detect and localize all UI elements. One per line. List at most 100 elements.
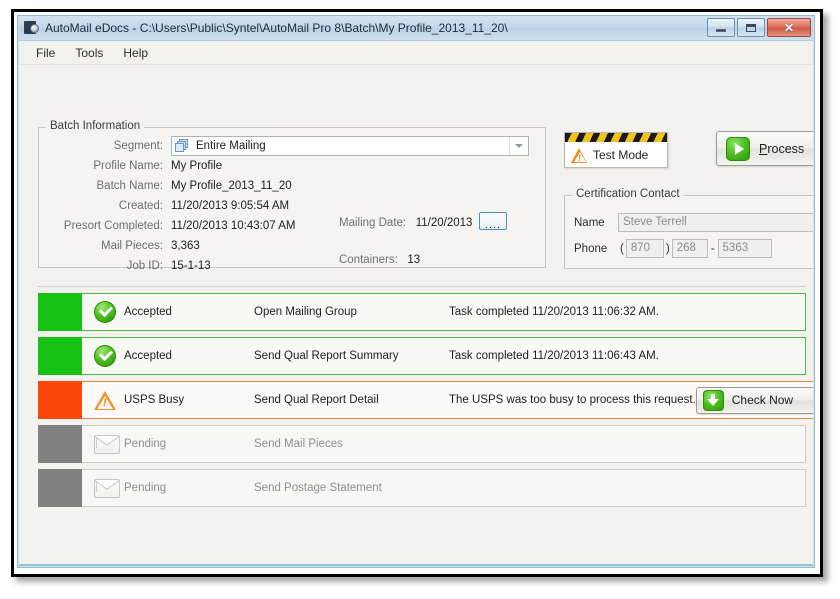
menu-item-help[interactable]: Help xyxy=(113,43,158,63)
task-status: USPS Busy xyxy=(124,394,185,406)
created-value: 11/20/2013 9:05:54 AM xyxy=(171,200,290,212)
application-window: AutoMail eDocs - C:\Users\Public\Syntel\… xyxy=(17,15,815,568)
automail-app-icon xyxy=(24,20,40,36)
phone-open-paren: ( xyxy=(620,242,624,255)
mail-pieces-value: 3,363 xyxy=(171,240,200,252)
task-status: Accepted xyxy=(124,306,172,318)
mailing-date-label: Mailing Date: xyxy=(339,217,407,229)
contact-name-label: Name xyxy=(574,216,605,229)
batch-information-title: Batch Information xyxy=(46,120,145,132)
task-status: Accepted xyxy=(124,350,172,362)
title-bar[interactable]: AutoMail eDocs - C:\Users\Public\Syntel\… xyxy=(18,16,814,41)
green-right-arrow-icon xyxy=(726,136,750,161)
contact-phone-label: Phone xyxy=(574,242,608,255)
phone-area-input[interactable]: 870 xyxy=(625,239,664,258)
maximize-icon xyxy=(746,23,756,32)
screenshot-root: AutoMail eDocs - C:\Users\Public\Syntel\… xyxy=(0,0,840,599)
process-button-label: Process xyxy=(759,142,804,156)
menu-item-file[interactable]: File xyxy=(26,43,65,63)
status-bar-accent xyxy=(38,381,82,419)
task-row[interactable]: ! USPS Busy Send Qual Report Detail The … xyxy=(38,381,814,419)
batch-name-label: Batch Name: xyxy=(96,180,163,192)
field-contact-phone: Phone ( 870 ) 268 - 5363 xyxy=(574,239,772,258)
close-icon: ✕ xyxy=(783,20,795,35)
process-label-rest: rocess xyxy=(767,141,805,156)
test-mode-label: Test Mode xyxy=(593,148,649,162)
containers-value: 13 xyxy=(407,254,421,266)
field-mail-pieces: Mail Pieces: 3,363 xyxy=(39,237,545,255)
task-list: Accepted Open Mailing Group Task complet… xyxy=(38,293,814,507)
window-controls: ✕ xyxy=(707,18,811,37)
process-button[interactable]: Process xyxy=(716,131,814,166)
batch-information-group: Batch Information Segment: Entire Mailin… xyxy=(38,120,546,272)
task-row[interactable]: Pending Send Postage Statement xyxy=(38,469,806,507)
minimize-button[interactable] xyxy=(707,18,735,37)
status-bar-accent xyxy=(38,425,82,463)
phone-line-input[interactable]: 5363 xyxy=(717,239,772,258)
presort-completed-label: Presort Completed: xyxy=(63,220,163,232)
minimize-icon xyxy=(716,28,726,32)
phone-dash: - xyxy=(710,242,715,255)
mailing-date-browse-button[interactable]: .... xyxy=(479,212,507,231)
profile-name-label: Profile Name: xyxy=(93,160,163,172)
phone-prefix-input[interactable]: 268 xyxy=(671,239,708,258)
envelope-icon xyxy=(94,478,124,498)
task-name: Send Mail Pieces xyxy=(254,438,343,450)
field-containers: Containers: 13 xyxy=(339,254,420,266)
warning-triangle-icon: ! xyxy=(571,147,588,163)
test-mode-indicator[interactable]: ! Test Mode xyxy=(564,132,668,168)
task-list-separator xyxy=(38,286,806,287)
batch-information-fields: Segment: Entire Mailing Profile Name: My… xyxy=(39,136,545,277)
menu-item-tools[interactable]: Tools xyxy=(65,43,113,63)
task-message: The USPS was too busy to process this re… xyxy=(449,394,696,406)
green-check-circle-icon xyxy=(94,345,124,367)
containers-label: Containers: xyxy=(339,254,398,266)
task-status: Pending xyxy=(124,482,167,494)
field-batch-name: Batch Name: My Profile_2013_11_20 xyxy=(39,177,545,195)
task-name: Send Qual Report Summary xyxy=(254,350,399,362)
menu-bar: File Tools Help xyxy=(18,41,814,65)
task-row[interactable]: Pending Send Mail Pieces xyxy=(38,425,806,463)
field-created: Created: 11/20/2013 9:05:54 AM xyxy=(39,197,545,215)
check-now-label: Check Now xyxy=(731,393,794,407)
task-row[interactable]: Accepted Open Mailing Group Task complet… xyxy=(38,293,806,331)
envelope-icon xyxy=(94,434,124,454)
field-job-id: Job ID: 15-1-13 xyxy=(39,257,545,275)
status-bar-accent xyxy=(38,293,82,331)
task-status: Pending xyxy=(124,438,167,450)
green-check-circle-icon xyxy=(94,301,124,323)
task-name: Send Qual Report Detail xyxy=(254,394,379,406)
maximize-button[interactable] xyxy=(737,18,765,37)
mailing-date-value: 11/20/2013 xyxy=(415,217,473,229)
job-id-value: 15-1-13 xyxy=(171,260,211,272)
field-contact-name: Name Steve Terrell xyxy=(574,213,814,232)
task-row[interactable]: Accepted Send Qual Report Summary Task c… xyxy=(38,337,806,375)
field-profile-name: Profile Name: My Profile xyxy=(39,157,545,175)
task-message: Task completed 11/20/2013 11:06:32 AM. xyxy=(449,306,659,318)
contact-name-input[interactable]: Steve Terrell xyxy=(618,213,814,232)
check-now-button[interactable]: Check Now xyxy=(695,386,814,414)
close-button[interactable]: ✕ xyxy=(767,18,811,37)
green-download-arrow-icon xyxy=(702,389,724,411)
window-title: AutoMail eDocs - C:\Users\Public\Syntel\… xyxy=(45,21,508,35)
stacked-layers-icon xyxy=(175,139,190,153)
status-bar-accent xyxy=(38,469,82,507)
batch-name-value: My Profile_2013_11_20 xyxy=(171,180,292,192)
created-label: Created: xyxy=(118,200,163,212)
window-bottom-accent xyxy=(19,564,813,566)
segment-label: Segment: xyxy=(113,140,163,152)
chevron-down-icon[interactable] xyxy=(509,137,528,155)
certification-contact-group: Certification Contact Name Steve Terrell… xyxy=(564,188,814,269)
task-name: Send Postage Statement xyxy=(254,482,382,494)
mail-pieces-label: Mail Pieces: xyxy=(101,240,163,252)
hazard-stripes xyxy=(565,133,667,142)
profile-name-value: My Profile xyxy=(171,160,223,172)
field-mailing-date: Mailing Date: 11/20/2013 xyxy=(339,217,472,229)
presort-completed-value: 11/20/2013 10:43:07 AM xyxy=(171,220,296,232)
segment-value: Entire Mailing xyxy=(196,140,266,152)
job-id-label: Job ID: xyxy=(126,260,163,272)
ellipsis-icon: .... xyxy=(484,219,502,231)
task-name: Open Mailing Group xyxy=(254,306,357,318)
segment-combobox[interactable]: Entire Mailing xyxy=(171,136,529,156)
phone-close-paren: ) xyxy=(665,242,670,255)
